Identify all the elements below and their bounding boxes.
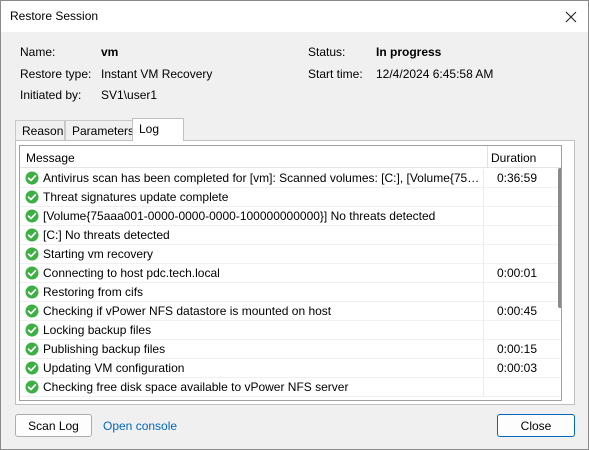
- log-row[interactable]: Connecting to host pdc.tech.local 0:00:01: [20, 264, 561, 283]
- log-row[interactable]: [C:] No threats detected: [20, 226, 561, 245]
- initiated-by-value: SV1\user1: [101, 88, 158, 102]
- tab-reason[interactable]: Reason: [15, 120, 65, 140]
- row-column-divider: [483, 264, 484, 283]
- duration-column-header[interactable]: Duration: [491, 151, 536, 165]
- restore-type-value: Instant VM Recovery: [101, 67, 213, 81]
- log-duration: 0:00:45: [496, 304, 537, 318]
- success-check-icon: [25, 285, 39, 299]
- window-close-button[interactable]: [554, 1, 588, 32]
- log-message: Updating VM configuration: [43, 361, 185, 375]
- name-value: vm: [101, 45, 119, 59]
- success-check-icon: [25, 190, 39, 204]
- success-check-icon: [25, 209, 39, 223]
- log-message: Antivirus scan has been completed for [v…: [43, 171, 481, 185]
- row-column-divider: [483, 340, 484, 359]
- open-console-link[interactable]: Open console: [103, 419, 177, 433]
- log-row[interactable]: [Volume{75aaa001-0000-0000-0000-10000000…: [20, 207, 561, 226]
- log-row[interactable]: Locking backup files: [20, 321, 561, 340]
- column-divider[interactable]: [487, 146, 488, 168]
- log-message: [C:] No threats detected: [43, 228, 170, 242]
- row-column-divider: [483, 226, 484, 245]
- close-button[interactable]: Close: [497, 414, 575, 437]
- success-check-icon: [25, 323, 39, 337]
- row-column-divider: [483, 188, 484, 207]
- restore-session-window: Restore Session Name: vm Restore type: I…: [0, 0, 589, 450]
- row-column-divider: [483, 283, 484, 302]
- tab-log[interactable]: Log: [132, 118, 184, 141]
- row-column-divider: [483, 302, 484, 321]
- close-icon: [565, 11, 577, 22]
- success-check-icon: [25, 361, 39, 375]
- title-bar: Restore Session: [1, 1, 588, 32]
- vertical-scrollbar[interactable]: [558, 168, 561, 308]
- log-message: Threat signatures update complete: [43, 190, 229, 204]
- success-check-icon: [25, 247, 39, 261]
- success-check-icon: [25, 380, 39, 394]
- log-row[interactable]: Antivirus scan has been completed for [v…: [20, 169, 561, 188]
- log-message: Restoring from cifs: [43, 285, 144, 299]
- log-duration: 0:00:03: [496, 361, 537, 375]
- log-grid: Message Duration Antivirus scan has been…: [19, 145, 562, 401]
- window-title: Restore Session: [10, 9, 99, 23]
- message-column-header[interactable]: Message: [26, 151, 75, 165]
- status-value: In progress: [376, 45, 442, 59]
- tab-parameters[interactable]: Parameters: [65, 120, 134, 140]
- name-label: Name:: [20, 45, 56, 59]
- log-row[interactable]: Threat signatures update complete: [20, 188, 561, 207]
- success-check-icon: [25, 228, 39, 242]
- initiated-by-label: Initiated by:: [20, 88, 82, 102]
- row-column-divider: [483, 378, 484, 397]
- log-row[interactable]: Starting vm recovery: [20, 245, 561, 264]
- log-row[interactable]: Restoring from cifs: [20, 283, 561, 302]
- row-column-divider: [483, 207, 484, 226]
- start-time-value: 12/4/2024 6:45:58 AM: [376, 67, 494, 81]
- success-check-icon: [25, 304, 39, 318]
- log-duration: 0:00:01: [496, 266, 537, 280]
- log-message: Starting vm recovery: [43, 247, 154, 261]
- scan-log-button[interactable]: Scan Log: [15, 414, 92, 437]
- log-row[interactable]: Checking if vPower NFS datastore is moun…: [20, 302, 561, 321]
- log-message: Locking backup files: [43, 323, 152, 337]
- start-time-label: Start time:: [308, 67, 363, 81]
- log-row[interactable]: Updating VM configuration 0:00:03: [20, 359, 561, 378]
- log-grid-header: Message Duration: [20, 146, 561, 168]
- success-check-icon: [25, 342, 39, 356]
- log-tab-panel: Message Duration Antivirus scan has been…: [15, 140, 575, 405]
- log-message: [Volume{75aaa001-0000-0000-0000-10000000…: [43, 209, 436, 223]
- status-label: Status:: [308, 45, 346, 59]
- log-message: Connecting to host pdc.tech.local: [43, 266, 220, 280]
- restore-type-label: Restore type:: [20, 67, 92, 81]
- row-column-divider: [483, 245, 484, 264]
- log-row[interactable]: Publishing backup files 0:00:15: [20, 340, 561, 359]
- log-duration: 0:00:15: [496, 342, 537, 356]
- log-message: Checking free disk space available to vP…: [43, 380, 349, 394]
- row-column-divider: [483, 321, 484, 340]
- success-check-icon: [25, 266, 39, 280]
- log-row[interactable]: Checking free disk space available to vP…: [20, 378, 561, 397]
- log-duration: 0:36:59: [496, 171, 537, 185]
- log-message: Checking if vPower NFS datastore is moun…: [43, 304, 332, 318]
- row-column-divider: [483, 359, 484, 378]
- log-message: Publishing backup files: [43, 342, 166, 356]
- row-column-divider: [483, 169, 484, 188]
- success-check-icon: [25, 171, 39, 185]
